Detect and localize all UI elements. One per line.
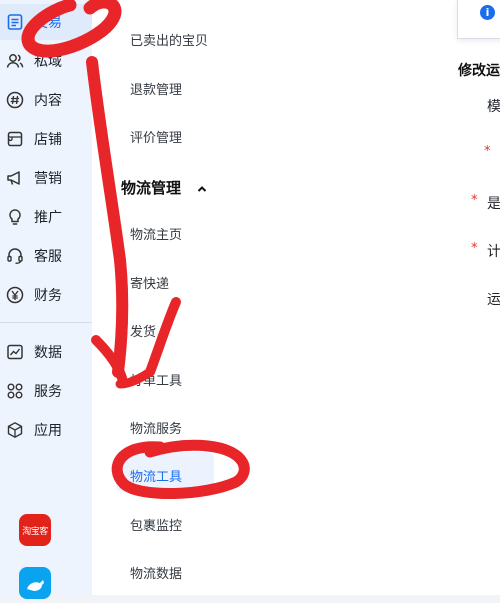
chevron-up-icon (197, 179, 207, 197)
taoke-app-label: 淘宝客 (22, 526, 48, 537)
menu-item-logistics-home[interactable]: 物流主页 (130, 224, 182, 243)
chart-icon (6, 343, 24, 361)
lightbulb-icon (6, 208, 24, 226)
form-label-calculate: 计 (487, 244, 500, 260)
sidebar-item-shop[interactable]: 店铺 (0, 121, 92, 157)
secondary-menu: 已卖出的宝贝 退款管理 评价管理 物流管理 物流主页 寄快递 发货 打单工具 物… (92, 0, 448, 595)
sidebar-divider (0, 322, 92, 323)
sidebar-item-trade[interactable]: 交易 (0, 4, 92, 40)
sidebar-item-private-domain[interactable]: 私域 (0, 43, 92, 79)
page-title: 修改运 (458, 63, 500, 79)
info-icon: i (480, 5, 495, 20)
yuan-icon (6, 286, 24, 304)
menu-group-logistics[interactable]: 物流管理 (121, 177, 207, 198)
sidebar-item-label: 服务 (34, 384, 62, 400)
grid-icon (6, 382, 24, 400)
form-label-whether: 是 (487, 196, 500, 212)
sidebar-item-label: 内容 (34, 93, 62, 109)
sidebar-item-label: 财务 (34, 288, 62, 304)
menu-item-logistics-data[interactable]: 物流数据 (130, 563, 182, 582)
sidebar-item-label: 营销 (34, 171, 62, 187)
menu-item-send-express[interactable]: 寄快递 (130, 273, 169, 292)
menu-item-logistics-tools[interactable]: 物流工具 (130, 466, 182, 485)
bird-app-icon[interactable] (19, 567, 51, 599)
sidebar-item-promotion[interactable]: 推广 (0, 199, 92, 235)
sidebar-item-customer-service[interactable]: 客服 (0, 238, 92, 274)
required-marker: * (484, 144, 491, 159)
sidebar-item-label: 数据 (34, 345, 62, 361)
required-marker: * (471, 193, 478, 208)
taoke-app-icon[interactable]: 淘宝客 (19, 514, 51, 546)
sidebar-item-apps[interactable]: 应用 (0, 412, 92, 448)
menu-item-review-management[interactable]: 评价管理 (130, 127, 182, 146)
sidebar-item-label: 推广 (34, 210, 62, 226)
sidebar-item-label: 私域 (34, 54, 62, 70)
menu-group-label: 物流管理 (121, 179, 182, 197)
sidebar-item-label: 客服 (34, 249, 62, 265)
sidebar-item-label: 店铺 (34, 132, 62, 148)
menu-item-print-tool[interactable]: 打单工具 (130, 370, 182, 389)
required-marker: * (471, 241, 478, 256)
sidebar-item-label: 交易 (34, 15, 62, 31)
headset-icon (6, 247, 24, 265)
megaphone-icon (6, 169, 24, 187)
shop-icon (6, 130, 24, 148)
menu-item-package-monitor[interactable]: 包裹监控 (130, 515, 182, 534)
document-icon (6, 13, 24, 31)
form-label-shipping: 运 (487, 292, 500, 308)
menu-item-refund-management[interactable]: 退款管理 (130, 79, 182, 98)
menu-item-sold-items[interactable]: 已卖出的宝贝 (130, 30, 208, 49)
cube-icon (6, 421, 24, 439)
sidebar-item-data[interactable]: 数据 (0, 334, 92, 370)
users-icon (6, 52, 24, 70)
info-notice: i (457, 0, 500, 39)
sidebar-item-finance[interactable]: 财务 (0, 277, 92, 313)
hash-icon (6, 91, 24, 109)
menu-item-ship[interactable]: 发货 (130, 321, 156, 340)
primary-sidebar: 交易 私域 内容 店铺 营销 推广 客服 财务 数据 服务 应用 淘宝客 (0, 0, 92, 599)
sidebar-item-marketing[interactable]: 营销 (0, 160, 92, 196)
sidebar-item-label: 应用 (34, 423, 62, 439)
sidebar-item-content[interactable]: 内容 (0, 82, 92, 118)
sidebar-item-services[interactable]: 服务 (0, 373, 92, 409)
menu-item-logistics-services[interactable]: 物流服务 (130, 418, 182, 437)
form-label-template: 模 (487, 99, 500, 115)
